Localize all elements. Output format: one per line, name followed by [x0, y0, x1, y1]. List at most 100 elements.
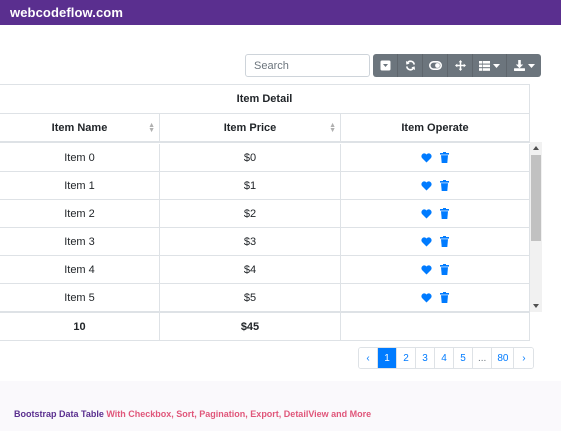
- trash-icon[interactable]: [440, 264, 449, 275]
- item-operate-cell: [341, 256, 530, 283]
- heart-icon[interactable]: [421, 152, 432, 163]
- table-row: Item 2 $2: [0, 200, 530, 228]
- trash-icon[interactable]: [440, 236, 449, 247]
- toggle-pagination-icon: [380, 60, 390, 71]
- item-price-cell: $2: [160, 200, 341, 227]
- item-price-cell: $3: [160, 228, 341, 255]
- footer-count-cell: 10: [0, 313, 160, 340]
- group-header-label: Item Detail: [236, 93, 293, 105]
- footer-operate-cell: [341, 313, 530, 340]
- column-header-item-price[interactable]: Item Price ▲ ▼: [160, 114, 341, 141]
- table-toolbar: [373, 54, 541, 77]
- item-operate-cell: [341, 228, 530, 255]
- pagination-next[interactable]: ›: [514, 348, 534, 368]
- columns-icon: [479, 60, 490, 71]
- pagination-page-1[interactable]: 1: [378, 348, 397, 368]
- item-name: Item 5: [64, 291, 95, 304]
- table-row: Item 5 $5: [0, 284, 530, 312]
- page-footer: [0, 381, 561, 431]
- table-row: Item 4 $4: [0, 256, 530, 284]
- item-price: $4: [243, 263, 257, 276]
- item-price: $1: [243, 179, 257, 192]
- column-header-label: Item Operate: [401, 121, 469, 134]
- toggle-view-icon: [428, 61, 442, 70]
- heart-icon[interactable]: [421, 208, 432, 219]
- table-row: Item 1 $1: [0, 172, 530, 200]
- group-header-row: Item Detail: [0, 85, 530, 114]
- trash-icon[interactable]: [440, 292, 449, 303]
- item-price-cell: $4: [160, 256, 341, 283]
- item-name: Item 2: [64, 207, 95, 220]
- heart-icon[interactable]: [421, 292, 432, 303]
- fullscreen-icon: [454, 60, 466, 71]
- footer-title: Bootstrap Data Table With Checkbox, Sort…: [14, 409, 371, 419]
- pagination-page-2[interactable]: 2: [397, 348, 416, 368]
- item-name-cell: Item 5: [0, 284, 160, 311]
- scrollbar-thumb[interactable]: [531, 155, 541, 241]
- item-name-cell: Item 3: [0, 228, 160, 255]
- item-price: $3: [243, 235, 257, 248]
- item-name: Item 0: [64, 151, 95, 164]
- search-input[interactable]: [245, 54, 370, 77]
- item-operate-cell: [341, 284, 530, 311]
- pagination: ‹ 1 2 3 4 5 ... 80 ›: [358, 347, 535, 369]
- table-scrollbar[interactable]: [530, 142, 542, 312]
- item-name: Item 3: [64, 235, 95, 248]
- table-row: Item 0 $0: [0, 144, 530, 172]
- trash-icon[interactable]: [440, 208, 449, 219]
- item-name-cell: Item 0: [0, 144, 160, 171]
- refresh-button[interactable]: [398, 54, 423, 77]
- item-price: $5: [243, 291, 257, 304]
- table-row: Item 3 $3: [0, 228, 530, 256]
- data-table: Item Detail Item Name ▲ ▼ Item Price ▲ ▼ I…: [0, 84, 530, 341]
- pagination-page-3[interactable]: 3: [416, 348, 435, 368]
- item-name: Item 1: [64, 179, 95, 192]
- scroll-down-arrow-icon[interactable]: [530, 300, 542, 312]
- column-header-row: Item Name ▲ ▼ Item Price ▲ ▼ Item Operate: [0, 114, 530, 143]
- item-name: Item 4: [64, 263, 95, 276]
- footer-total: $45: [240, 320, 260, 333]
- brand-logo-text[interactable]: webcodeflow.com: [10, 5, 123, 20]
- chevron-down-icon: [493, 63, 500, 68]
- item-name-cell: Item 4: [0, 256, 160, 283]
- pagination-ellipsis: ...: [473, 348, 493, 368]
- scroll-up-arrow-icon[interactable]: [530, 142, 542, 154]
- sort-icon: ▲ ▼: [148, 121, 155, 134]
- column-header-label: Item Price: [223, 121, 277, 134]
- footer-total-cell: $45: [160, 313, 341, 340]
- item-price: $2: [243, 207, 257, 220]
- heart-icon[interactable]: [421, 236, 432, 247]
- sort-icon: ▲ ▼: [329, 121, 336, 134]
- export-icon: [513, 60, 525, 71]
- pagination-page-5[interactable]: 5: [454, 348, 473, 368]
- chevron-down-icon: [527, 63, 535, 68]
- trash-icon[interactable]: [440, 180, 449, 191]
- export-dropdown-button[interactable]: [507, 54, 541, 77]
- footer-count: 10: [73, 320, 86, 333]
- fullscreen-button[interactable]: [448, 54, 473, 77]
- item-price-cell: $5: [160, 284, 341, 311]
- item-price-cell: $0: [160, 144, 341, 171]
- pagination-page-4[interactable]: 4: [435, 348, 454, 368]
- columns-dropdown-button[interactable]: [473, 54, 507, 77]
- item-price-cell: $1: [160, 172, 341, 199]
- column-header-label: Item Name: [51, 121, 108, 134]
- column-header-item-name[interactable]: Item Name ▲ ▼: [0, 114, 160, 141]
- column-header-item-operate: Item Operate: [341, 114, 530, 141]
- heart-icon[interactable]: [421, 264, 432, 275]
- item-operate-cell: [341, 172, 530, 199]
- top-bar: webcodeflow.com: [0, 0, 561, 25]
- table-footer-row: 10 $45: [0, 312, 530, 341]
- footer-title-sub: With Checkbox, Sort, Pagination, Export,…: [106, 409, 372, 419]
- toggle-pagination-button[interactable]: [373, 54, 398, 77]
- item-name-cell: Item 2: [0, 200, 160, 227]
- item-price: $0: [243, 151, 257, 164]
- trash-icon[interactable]: [440, 152, 449, 163]
- toggle-view-button[interactable]: [423, 54, 448, 77]
- pagination-prev[interactable]: ‹: [359, 348, 378, 368]
- heart-icon[interactable]: [421, 180, 432, 191]
- item-operate-cell: [341, 144, 530, 171]
- footer-title-main: Bootstrap Data Table: [14, 409, 104, 419]
- pagination-page-80[interactable]: 80: [492, 348, 515, 368]
- item-operate-cell: [341, 200, 530, 227]
